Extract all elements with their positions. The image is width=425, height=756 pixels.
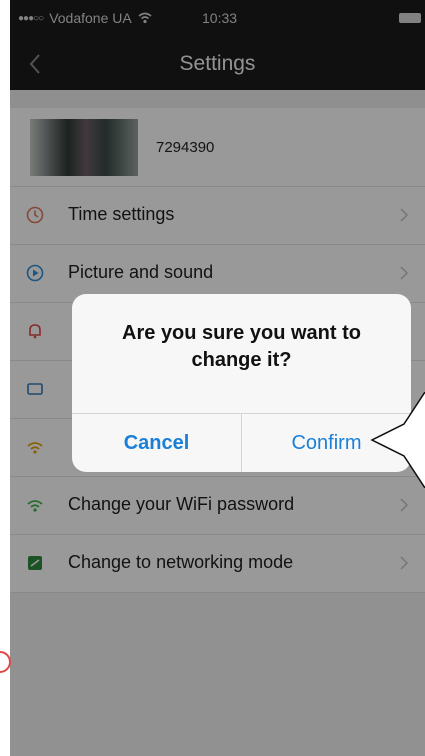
cancel-button[interactable]: Cancel [72,414,241,472]
callout-pointer [370,392,425,488]
clock-icon [0,651,11,673]
dialog-message: Are you sure you want to change it? [122,322,361,371]
confirm-dialog: Are you sure you want to change it? Canc… [72,294,411,472]
phone-screen: ●●●○○ Vodafone UA 10:33 Settings 7294390 [10,0,425,756]
